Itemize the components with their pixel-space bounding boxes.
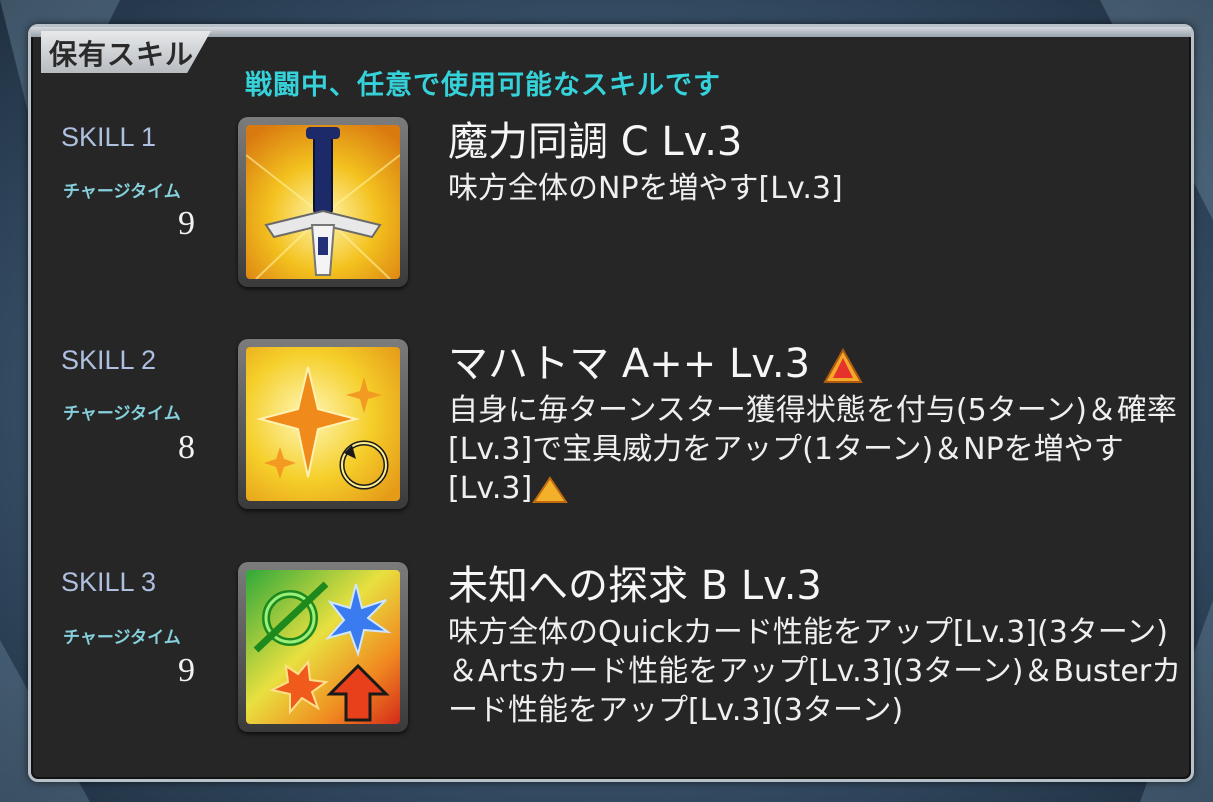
skill-3-description: 味方全体のQuickカード性能をアップ[Lv.3](3ターン)＆Artsカード性… bbox=[448, 615, 1182, 728]
skill-1-icon-button[interactable] bbox=[238, 117, 408, 287]
skill-3-label: SKILL 3 bbox=[61, 567, 157, 597]
skill-panel: 保有スキル 戦闘中、任意で使用可能なスキルです SKILL 1 チャージタイム … bbox=[28, 24, 1194, 782]
skill-3-icon-button[interactable] bbox=[238, 562, 408, 732]
skill-1-charge-label: チャージタイム bbox=[63, 182, 181, 202]
skill-2-charge-value: 8 bbox=[178, 429, 195, 466]
skill-1-description: 味方全体のNPを増やす[Lv.3] bbox=[448, 171, 843, 206]
skill-1-charge-value: 9 bbox=[178, 205, 195, 242]
sword-icon bbox=[246, 125, 400, 279]
skill-3-name: 未知への探求 B Lv.3 bbox=[448, 563, 822, 609]
skill-2-name: マハトマ A++ Lv.3 bbox=[448, 331, 863, 389]
skill-1-label: SKILL 1 bbox=[61, 122, 157, 152]
panel-title-tab: 保有スキル bbox=[41, 31, 211, 73]
skill-3-charge-value: 9 bbox=[178, 652, 195, 689]
panel-title: 保有スキル bbox=[49, 38, 195, 71]
skill-2-label: SKILL 2 bbox=[61, 345, 157, 375]
card-buff-icon bbox=[246, 570, 400, 724]
skill-2-icon-button[interactable] bbox=[238, 339, 408, 509]
skill-2-charge-label: チャージタイム bbox=[63, 404, 181, 424]
skill-2-description: 自身に毎ターンスター獲得状態を付与(5ターン)＆確率[Lv.3]で宝具威力をアッ… bbox=[448, 391, 1188, 508]
upgrade-triangle-icon bbox=[532, 475, 569, 503]
rank-up-icon bbox=[823, 348, 863, 383]
panel-subtitle: 戦闘中、任意で使用可能なスキルです bbox=[245, 70, 721, 101]
skill-3-charge-label: チャージタイム bbox=[63, 628, 181, 648]
star-icon bbox=[246, 347, 400, 501]
skill-1-name: 魔力同調 C Lv.3 bbox=[448, 119, 743, 165]
skill-2-name-text: マハトマ A++ Lv.3 bbox=[448, 341, 811, 387]
